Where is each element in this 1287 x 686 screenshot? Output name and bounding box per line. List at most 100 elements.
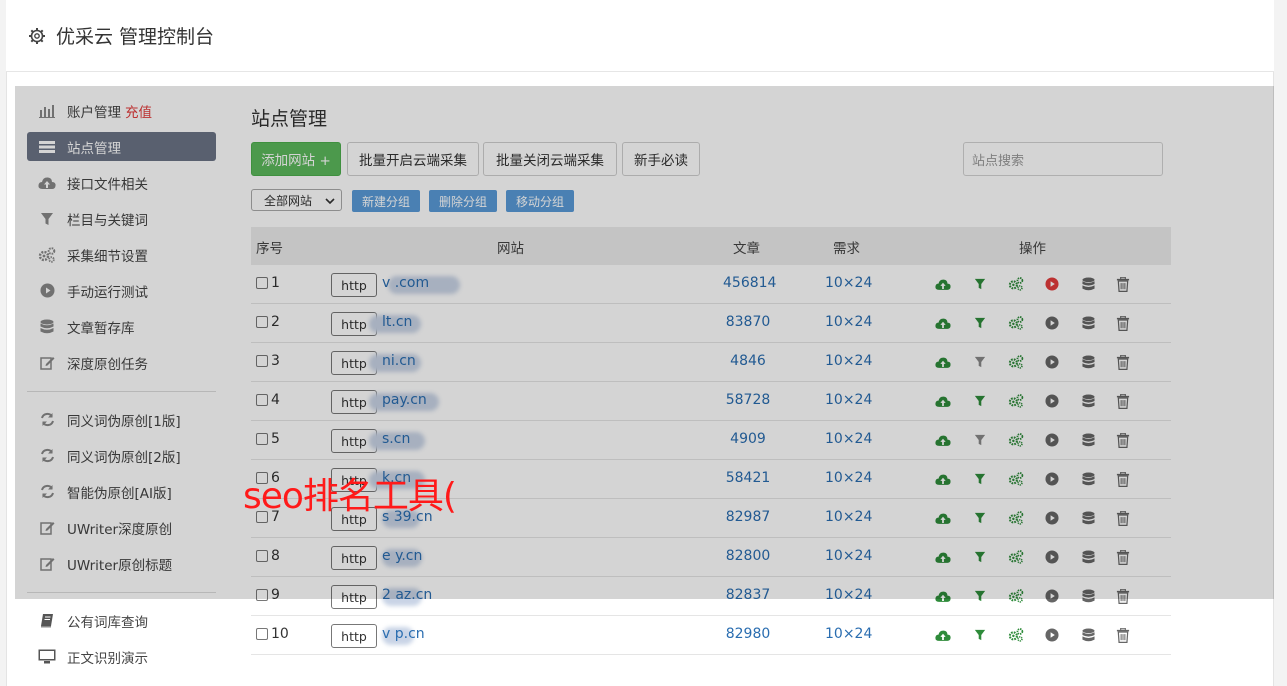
protocol-badge[interactable]: http <box>331 546 377 570</box>
row-checkbox[interactable] <box>256 316 268 328</box>
trash-icon[interactable] <box>1115 276 1131 292</box>
sidebar-item-synonym-v1[interactable]: 同义词伪原创[1版] <box>27 405 216 434</box>
sidebar-item-sites[interactable]: 站点管理 <box>27 132 216 161</box>
sidebar-item-text-recognition[interactable]: 正文识别演示 <box>27 642 216 671</box>
trash-icon[interactable] <box>1115 432 1131 448</box>
database-icon[interactable] <box>1080 471 1096 487</box>
database-icon[interactable] <box>1080 393 1096 409</box>
cloud-upload-icon[interactable] <box>935 315 951 331</box>
article-count[interactable]: 4909 <box>723 431 773 447</box>
batch-disable-cloud-button[interactable]: 批量关闭云端采集 <box>483 142 617 176</box>
article-count[interactable]: 456814 <box>723 275 776 291</box>
cogs-icon[interactable] <box>1008 276 1024 292</box>
sidebar-item-interface-files[interactable]: 接口文件相关 <box>27 168 216 197</box>
database-icon[interactable] <box>1080 549 1096 565</box>
play-circle-icon[interactable] <box>1044 549 1060 565</box>
row-checkbox[interactable] <box>256 628 268 640</box>
demand-value[interactable]: 10×24 <box>825 548 872 564</box>
site-link[interactable]: 2 az.cn <box>382 587 432 603</box>
sidebar-item-article-storage[interactable]: 文章暂存库 <box>27 312 216 341</box>
site-link[interactable]: v .com <box>382 275 429 291</box>
filter-icon[interactable] <box>972 276 988 292</box>
demand-value[interactable]: 10×24 <box>825 392 872 408</box>
play-circle-icon[interactable] <box>1044 510 1060 526</box>
site-link[interactable]: lt.cn <box>382 314 412 330</box>
sidebar-item-account[interactable]: 账户管理 充值 <box>27 96 216 125</box>
recharge-link[interactable]: 充值 <box>125 101 152 121</box>
cloud-upload-icon[interactable] <box>935 354 951 370</box>
row-checkbox[interactable] <box>256 355 268 367</box>
database-icon[interactable] <box>1080 432 1096 448</box>
filter-icon[interactable] <box>972 432 988 448</box>
trash-icon[interactable] <box>1115 471 1131 487</box>
protocol-badge[interactable]: http <box>331 273 377 297</box>
cogs-icon[interactable] <box>1008 315 1024 331</box>
database-icon[interactable] <box>1080 276 1096 292</box>
article-count[interactable]: 58421 <box>723 470 773 486</box>
play-circle-icon[interactable] <box>1044 432 1060 448</box>
demand-value[interactable]: 10×24 <box>825 626 872 642</box>
demand-value[interactable]: 10×24 <box>825 509 872 525</box>
cloud-upload-icon[interactable] <box>935 276 951 292</box>
article-count[interactable]: 82980 <box>723 626 773 642</box>
cogs-icon[interactable] <box>1008 471 1024 487</box>
demand-value[interactable]: 10×24 <box>825 470 872 486</box>
database-icon[interactable] <box>1080 588 1096 604</box>
site-link[interactable]: pay.cn <box>382 392 427 408</box>
row-checkbox[interactable] <box>256 550 268 562</box>
play-circle-icon[interactable] <box>1044 627 1060 643</box>
cogs-icon[interactable] <box>1008 354 1024 370</box>
sidebar-item-deep-original[interactable]: 深度原创任务 <box>27 348 216 377</box>
row-checkbox[interactable] <box>256 433 268 445</box>
database-icon[interactable] <box>1080 627 1096 643</box>
site-link[interactable]: e y.cn <box>382 548 422 564</box>
batch-enable-cloud-button[interactable]: 批量开启云端采集 <box>347 142 479 176</box>
cloud-upload-icon[interactable] <box>935 549 951 565</box>
database-icon[interactable] <box>1080 315 1096 331</box>
article-count[interactable]: 83870 <box>723 314 773 330</box>
database-icon[interactable] <box>1080 510 1096 526</box>
filter-icon[interactable] <box>972 549 988 565</box>
trash-icon[interactable] <box>1115 549 1131 565</box>
cloud-upload-icon[interactable] <box>935 393 951 409</box>
cogs-icon[interactable] <box>1008 588 1024 604</box>
play-circle-icon[interactable] <box>1044 276 1060 292</box>
row-checkbox[interactable] <box>256 589 268 601</box>
sidebar-item-manual-test[interactable]: 手动运行测试 <box>27 276 216 305</box>
article-count[interactable]: 82837 <box>723 587 773 603</box>
move-group-button[interactable]: 移动分组 <box>506 190 574 212</box>
group-select[interactable]: 全部网站 <box>251 189 342 211</box>
cogs-icon[interactable] <box>1008 432 1024 448</box>
row-checkbox[interactable] <box>256 277 268 289</box>
filter-icon[interactable] <box>972 588 988 604</box>
cogs-icon[interactable] <box>1008 510 1024 526</box>
delete-group-button[interactable]: 删除分组 <box>429 190 497 212</box>
filter-icon[interactable] <box>972 315 988 331</box>
article-count[interactable]: 82800 <box>723 548 773 564</box>
cogs-icon[interactable] <box>1008 393 1024 409</box>
database-icon[interactable] <box>1080 354 1096 370</box>
sidebar-item-ai-rewrite[interactable]: 智能伪原创[AI版] <box>27 477 216 506</box>
site-search-input[interactable]: 站点搜索 <box>963 142 1163 176</box>
site-link[interactable]: ni.cn <box>382 353 416 369</box>
filter-icon[interactable] <box>972 393 988 409</box>
trash-icon[interactable] <box>1115 315 1131 331</box>
protocol-badge[interactable]: http <box>331 624 377 648</box>
filter-icon[interactable] <box>972 354 988 370</box>
sidebar-item-synonym-v2[interactable]: 同义词伪原创[2版] <box>27 441 216 470</box>
trash-icon[interactable] <box>1115 393 1131 409</box>
play-circle-icon[interactable] <box>1044 354 1060 370</box>
demand-value[interactable]: 10×24 <box>825 431 872 447</box>
filter-icon[interactable] <box>972 510 988 526</box>
sidebar-item-uwriter-deep[interactable]: UWriter深度原创 <box>27 513 216 542</box>
demand-value[interactable]: 10×24 <box>825 353 872 369</box>
cloud-upload-icon[interactable] <box>935 471 951 487</box>
cloud-upload-icon[interactable] <box>935 510 951 526</box>
play-circle-icon[interactable] <box>1044 315 1060 331</box>
sidebar-item-collect-settings[interactable]: 采集细节设置 <box>27 240 216 269</box>
filter-icon[interactable] <box>972 627 988 643</box>
cogs-icon[interactable] <box>1008 627 1024 643</box>
sidebar-item-uwriter-title[interactable]: UWriter原创标题 <box>27 549 216 578</box>
row-checkbox[interactable] <box>256 394 268 406</box>
trash-icon[interactable] <box>1115 588 1131 604</box>
